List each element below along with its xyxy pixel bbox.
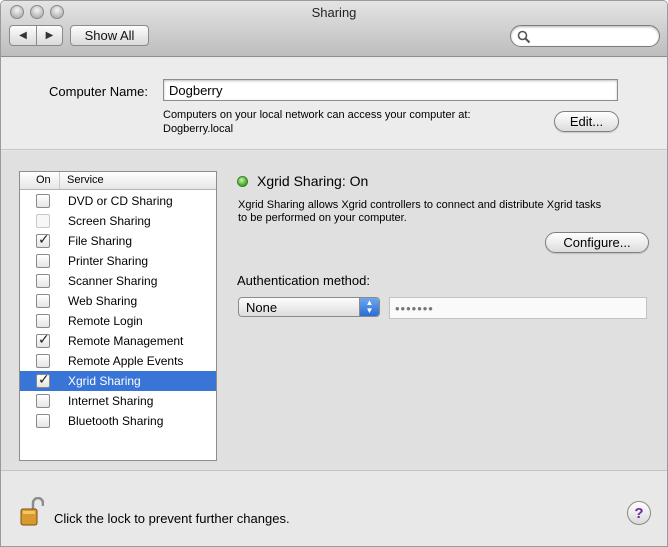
service-checkbox[interactable] — [36, 314, 50, 328]
sharing-window: Sharing ◀ ▶ Show All Computer Name: Dogb… — [0, 0, 668, 547]
forward-button[interactable]: ▶ — [36, 26, 62, 45]
service-label: Bluetooth Sharing — [68, 414, 164, 428]
service-label: Printer Sharing — [68, 254, 149, 268]
edit-button[interactable]: Edit... — [554, 111, 619, 132]
authentication-method-popup[interactable]: None ▲ ▼ — [238, 297, 380, 317]
authentication-method-label: Authentication method: — [237, 273, 370, 288]
search-input[interactable] — [533, 28, 653, 44]
service-row[interactable]: Remote Apple Events — [20, 351, 216, 371]
computer-name-area — [1, 58, 667, 150]
password-field[interactable]: ••••••• — [389, 297, 647, 319]
back-forward-control: ◀ ▶ — [9, 25, 63, 46]
back-arrow-icon: ◀ — [19, 30, 27, 41]
service-checkbox[interactable] — [36, 354, 50, 368]
service-description: Xgrid Sharing allows Xgrid controllers t… — [238, 199, 648, 225]
forward-arrow-icon: ▶ — [45, 30, 54, 41]
title-bar: Sharing ◀ ▶ Show All — [1, 1, 667, 57]
service-row[interactable]: Remote Login — [20, 311, 216, 331]
service-checkbox[interactable] — [36, 414, 50, 428]
service-row[interactable]: DVD or CD Sharing — [20, 191, 216, 211]
service-description-line: to be performed on your computer. — [238, 212, 407, 224]
status-indicator-icon — [237, 176, 248, 187]
popup-arrows-icon: ▲ ▼ — [359, 298, 379, 316]
service-row[interactable]: Screen Sharing — [20, 211, 216, 231]
lock-message: Click the lock to prevent further change… — [54, 511, 290, 526]
service-status-title: Xgrid Sharing: On — [257, 173, 369, 189]
checkmark-icon: ✓ — [38, 231, 50, 247]
search-field[interactable] — [510, 25, 660, 47]
service-label: Screen Sharing — [68, 214, 151, 228]
configure-button[interactable]: Configure... — [545, 232, 649, 253]
service-checkbox[interactable] — [36, 294, 50, 308]
window-title: Sharing — [311, 5, 357, 20]
checkmark-icon: ✓ — [38, 331, 50, 347]
service-checkbox[interactable]: ✓ — [36, 371, 50, 388]
service-checkbox[interactable] — [36, 394, 50, 408]
service-row[interactable]: Web Sharing — [20, 291, 216, 311]
service-list-header: On Service — [20, 172, 216, 190]
service-checkbox[interactable] — [36, 274, 50, 288]
help-icon: ? — [634, 504, 644, 522]
help-button[interactable]: ? — [627, 501, 651, 525]
service-description-line: Xgrid Sharing allows Xgrid controllers t… — [238, 199, 602, 211]
service-row[interactable]: Internet Sharing — [20, 391, 216, 411]
service-label: Web Sharing — [68, 294, 138, 308]
service-label: Remote Login — [68, 314, 143, 328]
back-button[interactable]: ◀ — [10, 26, 36, 45]
service-checkbox[interactable] — [36, 254, 50, 268]
service-row[interactable]: ✓ Remote Management — [20, 331, 216, 351]
service-label: DVD or CD Sharing — [68, 194, 173, 208]
service-checkbox[interactable] — [36, 214, 50, 228]
computer-address-description: Computers on your local network can acce… — [163, 108, 471, 136]
search-icon — [517, 30, 531, 44]
show-all-button[interactable]: Show All — [70, 25, 149, 46]
column-header-on[interactable]: On — [20, 172, 60, 189]
computer-name-field[interactable]: Dogberry — [163, 79, 618, 101]
service-label: Scanner Sharing — [68, 274, 158, 288]
column-header-service[interactable]: Service — [67, 174, 104, 186]
service-checkbox[interactable]: ✓ — [36, 231, 50, 248]
service-label: Xgrid Sharing — [68, 374, 141, 388]
service-row[interactable]: Scanner Sharing — [20, 271, 216, 291]
service-row[interactable]: ✓ Xgrid Sharing — [20, 371, 216, 391]
service-row[interactable]: Printer Sharing — [20, 251, 216, 271]
computer-name-label: Computer Name: — [49, 84, 148, 99]
service-checkbox[interactable]: ✓ — [36, 331, 50, 348]
address-description-text: Computers on your local network can acce… — [163, 109, 471, 121]
service-label: Remote Management — [68, 334, 184, 348]
service-label: Internet Sharing — [68, 394, 154, 408]
service-label: Remote Apple Events — [68, 354, 184, 368]
local-hostname: Dogberry.local — [163, 123, 234, 135]
service-row[interactable]: Bluetooth Sharing — [20, 411, 216, 431]
service-checkbox[interactable] — [36, 194, 50, 208]
service-list: On Service DVD or CD Sharing Screen Shari… — [19, 171, 217, 461]
service-row[interactable]: ✓ File Sharing — [20, 231, 216, 251]
service-label: File Sharing — [68, 234, 133, 248]
lock-icon[interactable] — [20, 497, 44, 527]
authentication-method-value: None — [246, 300, 278, 315]
checkmark-icon: ✓ — [38, 371, 50, 387]
